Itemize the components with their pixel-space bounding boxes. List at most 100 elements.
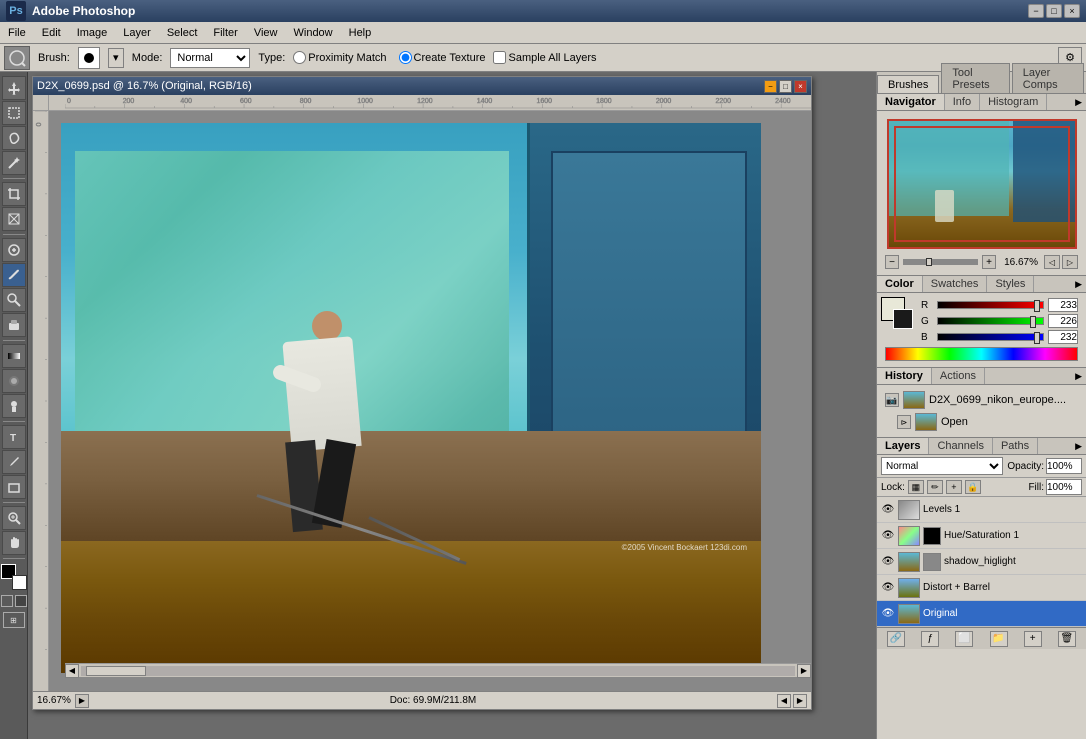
layer-vis-original[interactable]: 👁 bbox=[881, 607, 895, 621]
tool-gradient[interactable] bbox=[2, 344, 26, 368]
menu-window[interactable]: Window bbox=[286, 25, 341, 41]
zoom-in-btn[interactable]: + bbox=[982, 255, 996, 269]
layer-original[interactable]: 👁 Original bbox=[877, 601, 1086, 627]
tool-blur[interactable] bbox=[2, 369, 26, 393]
channel-b-input[interactable] bbox=[1048, 330, 1078, 344]
zoom-slider-thumb[interactable] bbox=[926, 258, 932, 266]
tab-navigator[interactable]: Navigator bbox=[877, 94, 945, 110]
tool-icon[interactable] bbox=[4, 46, 30, 70]
layer-new-btn[interactable]: + bbox=[1024, 631, 1042, 647]
tool-pen[interactable] bbox=[2, 450, 26, 474]
layer-levels[interactable]: 👁 Levels 1 bbox=[877, 497, 1086, 523]
fill-input[interactable] bbox=[1046, 479, 1082, 495]
sample-all-checkbox[interactable] bbox=[493, 51, 506, 64]
zoom-out-btn[interactable]: − bbox=[885, 255, 899, 269]
tool-slice[interactable] bbox=[2, 207, 26, 231]
tab-paths[interactable]: Paths bbox=[993, 438, 1038, 454]
history-menu-btn[interactable]: ▶ bbox=[1071, 369, 1086, 384]
channel-g-thumb[interactable] bbox=[1030, 316, 1036, 328]
tab-layers[interactable]: Layers bbox=[877, 438, 929, 454]
channel-r-slider[interactable] bbox=[937, 301, 1044, 309]
tab-swatches[interactable]: Swatches bbox=[923, 276, 988, 292]
opacity-input[interactable] bbox=[1046, 458, 1082, 474]
channel-g-slider[interactable] bbox=[937, 317, 1044, 325]
tool-crop[interactable] bbox=[2, 182, 26, 206]
tool-brush[interactable] bbox=[2, 263, 26, 287]
channel-g-input[interactable] bbox=[1048, 314, 1078, 328]
tool-dodge[interactable] bbox=[2, 394, 26, 418]
brush-preview[interactable] bbox=[78, 47, 100, 69]
status-triangle[interactable]: ▶ bbox=[75, 694, 89, 708]
layer-vis-shadow[interactable]: 👁 bbox=[881, 555, 895, 569]
layer-group-btn[interactable]: 📁 bbox=[990, 631, 1008, 647]
tool-magic-wand[interactable] bbox=[2, 151, 26, 175]
layer-vis-levels[interactable]: 👁 bbox=[881, 503, 895, 517]
tool-type[interactable]: T bbox=[2, 425, 26, 449]
maximize-button[interactable]: □ bbox=[1046, 4, 1062, 18]
minimize-button[interactable]: − bbox=[1028, 4, 1044, 18]
tab-layer-comps[interactable]: Layer Comps bbox=[1012, 63, 1084, 93]
tab-tool-presets[interactable]: Tool Presets bbox=[941, 63, 1009, 93]
layer-link-btn[interactable]: 🔗 bbox=[887, 631, 905, 647]
history-item-open[interactable]: ⊳ Open bbox=[881, 411, 1082, 433]
nav-btn-2[interactable]: ▷ bbox=[1062, 255, 1078, 269]
color-spectrum[interactable] bbox=[885, 347, 1078, 361]
tool-clone-stamp[interactable] bbox=[2, 288, 26, 312]
zoom-slider[interactable] bbox=[903, 259, 978, 265]
scroll-doc-left[interactable]: ◀ bbox=[777, 694, 791, 708]
lock-image-btn[interactable]: ✏ bbox=[927, 480, 943, 494]
tool-healing[interactable] bbox=[2, 238, 26, 262]
quickmask-mode[interactable] bbox=[15, 595, 27, 607]
menu-layer[interactable]: Layer bbox=[115, 25, 159, 41]
brush-dropdown[interactable]: ▾ bbox=[108, 48, 124, 68]
standard-mode[interactable] bbox=[1, 595, 13, 607]
tab-info[interactable]: Info bbox=[945, 94, 980, 110]
history-item-snapshot[interactable]: 📷 D2X_0699_nikon_europe.... bbox=[881, 389, 1082, 411]
scroll-right-btn[interactable]: ▶ bbox=[797, 664, 811, 678]
create-texture-radio[interactable] bbox=[399, 51, 412, 64]
doc-close[interactable]: × bbox=[794, 80, 807, 93]
nav-viewport-box[interactable] bbox=[894, 126, 1070, 242]
tab-history[interactable]: History bbox=[877, 368, 932, 384]
layer-huesat[interactable]: 👁 Hue/Saturation 1 bbox=[877, 523, 1086, 549]
tab-channels[interactable]: Channels bbox=[929, 438, 992, 454]
doc-minimize[interactable]: − bbox=[764, 80, 777, 93]
channel-r-input[interactable] bbox=[1048, 298, 1078, 312]
layer-delete-btn[interactable]: 🗑 bbox=[1058, 631, 1076, 647]
color-swatches[interactable] bbox=[1, 564, 27, 590]
lock-all-btn[interactable]: 🔒 bbox=[965, 480, 981, 494]
channel-b-slider[interactable] bbox=[937, 333, 1044, 341]
h-scroll-thumb[interactable] bbox=[86, 666, 146, 676]
tab-color[interactable]: Color bbox=[877, 276, 923, 292]
doc-maximize[interactable]: □ bbox=[779, 80, 792, 93]
layer-vis-huesat[interactable]: 👁 bbox=[881, 529, 895, 543]
channel-b-thumb[interactable] bbox=[1034, 332, 1040, 344]
channel-r-thumb[interactable] bbox=[1034, 300, 1040, 312]
navigator-menu-btn[interactable]: ▶ bbox=[1071, 95, 1086, 110]
tool-move[interactable] bbox=[2, 76, 26, 100]
tool-lasso[interactable] bbox=[2, 126, 26, 150]
menu-edit[interactable]: Edit bbox=[34, 25, 69, 41]
scroll-doc-right[interactable]: ▶ bbox=[793, 694, 807, 708]
tab-actions[interactable]: Actions bbox=[932, 368, 985, 384]
tool-marquee[interactable] bbox=[2, 101, 26, 125]
tool-hand[interactable] bbox=[2, 531, 26, 555]
lock-position-btn[interactable]: + bbox=[946, 480, 962, 494]
mode-select[interactable]: Normal Multiply Screen bbox=[170, 48, 250, 68]
bg-color-swatch[interactable] bbox=[893, 309, 913, 329]
tool-shape[interactable] bbox=[2, 475, 26, 499]
menu-filter[interactable]: Filter bbox=[205, 25, 245, 41]
tab-brushes[interactable]: Brushes bbox=[877, 75, 939, 93]
tool-zoom[interactable] bbox=[2, 506, 26, 530]
layer-shadow[interactable]: 👁 shadow_higlight bbox=[877, 549, 1086, 575]
tab-styles[interactable]: Styles bbox=[987, 276, 1034, 292]
proximity-match-label[interactable]: Proximity Match bbox=[293, 51, 386, 64]
tool-eraser[interactable] bbox=[2, 313, 26, 337]
h-scroll-track[interactable] bbox=[81, 666, 795, 676]
scroll-left-btn[interactable]: ◀ bbox=[65, 664, 79, 678]
lock-transparent-btn[interactable]: ▦ bbox=[908, 480, 924, 494]
menu-image[interactable]: Image bbox=[69, 25, 116, 41]
background-color[interactable] bbox=[12, 575, 27, 590]
menu-file[interactable]: File bbox=[0, 25, 34, 41]
blend-mode-select[interactable]: Normal Multiply bbox=[881, 457, 1003, 475]
